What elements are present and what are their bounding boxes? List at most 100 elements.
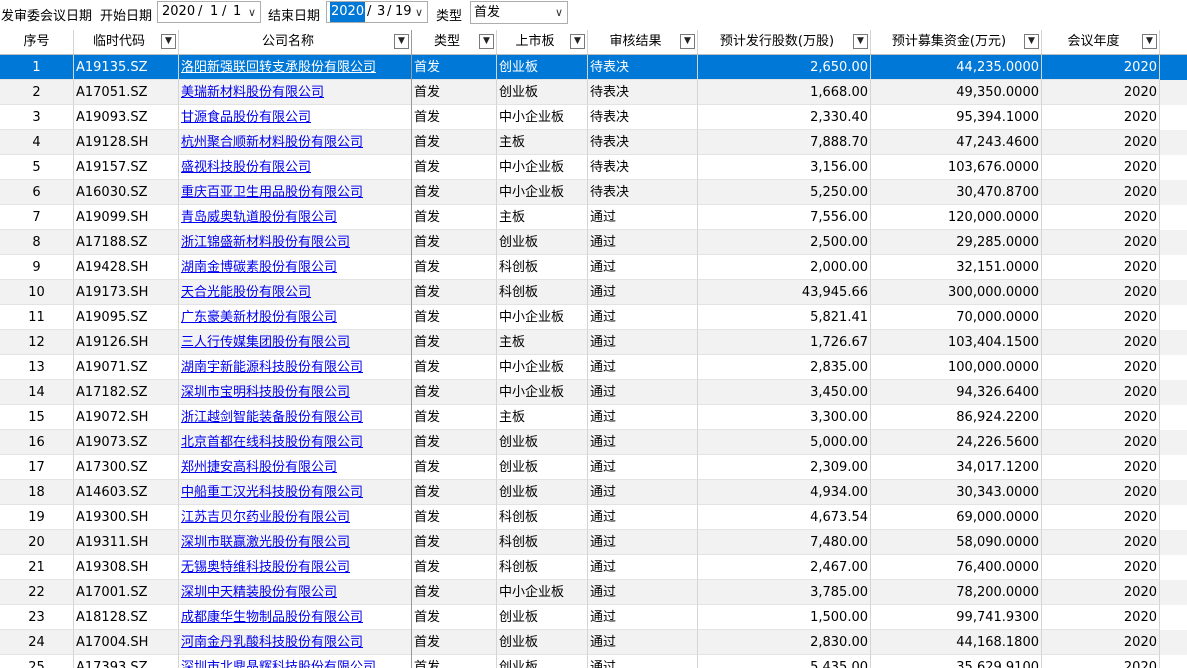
header-board[interactable]: 上市板 ▼ — [497, 30, 588, 54]
cell-board: 科创板 — [497, 530, 588, 555]
table-row[interactable]: 16 A19073.SZ 北京首都在线科技股份有限公司 首发 创业板 通过 5,000.00… — [0, 430, 1187, 455]
table-row[interactable]: 2 A17051.SZ 美瑞新材料股份有限公司 首发 创业板 待表决 1,668.00 49,… — [0, 80, 1187, 105]
end-year[interactable]: 2020 — [330, 2, 366, 22]
chevron-down-icon[interactable]: ∨ — [415, 3, 423, 22]
cell-shares: 2,500.00 — [698, 230, 871, 255]
cell-company-name[interactable]: 青岛威奥轨道股份有限公司 — [179, 205, 412, 230]
cell-company-name[interactable]: 盛视科技股份有限公司 — [179, 155, 412, 180]
table-row[interactable]: 22 A17001.SZ 深圳中天精装股份有限公司 首发 中小企业板 通过 3,785.00… — [0, 580, 1187, 605]
cell-company-name[interactable]: 江苏吉贝尔药业股份有限公司 — [179, 505, 412, 530]
header-funds[interactable]: 预计募集资金(万元) ▼ — [871, 30, 1042, 54]
start-year[interactable]: 2020 — [162, 2, 195, 22]
start-date-picker[interactable]: 2020 / 1 / 1 ∨ — [157, 1, 261, 23]
table-row[interactable]: 3 A19093.SZ 甘源食品股份有限公司 首发 中小企业板 待表决 2,330.40 95… — [0, 105, 1187, 130]
table-row[interactable]: 19 A19300.SH 江苏吉贝尔药业股份有限公司 首发 科创板 通过 4,673.54 6… — [0, 505, 1187, 530]
cell-board: 科创板 — [497, 280, 588, 305]
filter-dropdown-icon[interactable]: ▼ — [394, 34, 409, 49]
cell-company-name[interactable]: 成都康华生物制品股份有限公司 — [179, 605, 412, 630]
cell-company-name[interactable]: 深圳市宝明科技股份有限公司 — [179, 380, 412, 405]
end-month[interactable]: 3 — [377, 2, 385, 22]
table-row[interactable]: 8 A17188.SZ 浙江锦盛新材料股份有限公司 首发 创业板 通过 2,500.00 29… — [0, 230, 1187, 255]
cell-funds: 95,394.1000 — [871, 105, 1042, 130]
cell-company-name[interactable]: 天合光能股份有限公司 — [179, 280, 412, 305]
chevron-down-icon[interactable]: ∨ — [555, 2, 563, 23]
cell-shares: 1,668.00 — [698, 80, 871, 105]
table-row[interactable]: 13 A19071.SZ 湖南宇新能源科技股份有限公司 首发 中小企业板 通过 2,835.… — [0, 355, 1187, 380]
cell-index: 18 — [0, 480, 74, 505]
table-row[interactable]: 5 A19157.SZ 盛视科技股份有限公司 首发 中小企业板 待表决 3,156.00 10… — [0, 155, 1187, 180]
chevron-down-icon[interactable]: ∨ — [248, 3, 256, 22]
table-row[interactable]: 21 A19308.SH 无锡奥特维科技股份有限公司 首发 科创板 通过 2,467.00 7… — [0, 555, 1187, 580]
start-month[interactable]: 1 — [210, 2, 218, 22]
table-row[interactable]: 12 A19126.SH 三人行传媒集团股份有限公司 首发 主板 通过 1,726.67 10… — [0, 330, 1187, 355]
table-row[interactable]: 7 A19099.SH 青岛威奥轨道股份有限公司 首发 主板 通过 7,556.00 120,… — [0, 205, 1187, 230]
table-row[interactable]: 24 A17004.SH 河南金丹乳酸科技股份有限公司 首发 创业板 通过 2,830.00… — [0, 630, 1187, 655]
end-date-picker[interactable]: 2020 / 3 / 19 ∨ — [326, 1, 428, 23]
cell-funds: 86,924.2200 — [871, 405, 1042, 430]
filter-dropdown-icon[interactable]: ▼ — [161, 34, 176, 49]
cell-type: 首发 — [412, 205, 497, 230]
header-review-result[interactable]: 审核结果 ▼ — [588, 30, 698, 54]
filter-dropdown-icon[interactable]: ▼ — [479, 34, 494, 49]
filter-dropdown-icon[interactable]: ▼ — [1142, 34, 1157, 49]
start-day[interactable]: 1 — [233, 2, 241, 22]
cell-shares: 2,000.00 — [698, 255, 871, 280]
table-row[interactable]: 1 A19135.SZ 洛阳新强联回转支承股份有限公司 首发 创业板 待表决 2,650.0… — [0, 55, 1187, 80]
cell-company-name[interactable]: 广东豪美新材股份有限公司 — [179, 305, 412, 330]
table-row[interactable]: 17 A17300.SZ 郑州捷安高科股份有限公司 首发 创业板 通过 2,309.00 34… — [0, 455, 1187, 480]
cell-company-name[interactable]: 中船重工汉光科技股份有限公司 — [179, 480, 412, 505]
cell-funds: 58,090.0000 — [871, 530, 1042, 555]
cell-year: 2020 — [1042, 105, 1160, 130]
cell-company-name[interactable]: 河南金丹乳酸科技股份有限公司 — [179, 630, 412, 655]
cell-company-name[interactable]: 美瑞新材料股份有限公司 — [179, 80, 412, 105]
cell-review-result: 通过 — [588, 505, 698, 530]
cell-temp-code: A19095.SZ — [74, 305, 179, 330]
table-row[interactable]: 11 A19095.SZ 广东豪美新材股份有限公司 首发 中小企业板 通过 5,821.41… — [0, 305, 1187, 330]
cell-company-name[interactable]: 北京首都在线科技股份有限公司 — [179, 430, 412, 455]
cell-company-name[interactable]: 湖南宇新能源科技股份有限公司 — [179, 355, 412, 380]
end-day[interactable]: 19 — [395, 2, 412, 22]
table-row[interactable]: 15 A19072.SH 浙江越剑智能装备股份有限公司 首发 主板 通过 3,300.00 8… — [0, 405, 1187, 430]
cell-index: 11 — [0, 305, 74, 330]
header-year[interactable]: 会议年度 ▼ — [1042, 30, 1160, 54]
cell-company-name[interactable]: 无锡奥特维科技股份有限公司 — [179, 555, 412, 580]
table-row[interactable]: 25 A17393.SZ 深圳市北鼎晶辉科技股份有限公司 首发 创业板 通过 5,435.0… — [0, 655, 1187, 668]
cell-company-name[interactable]: 湖南金博碳素股份有限公司 — [179, 255, 412, 280]
header-temp-code[interactable]: 临时代码 ▼ — [74, 30, 179, 54]
header-type[interactable]: 类型 ▼ — [412, 30, 497, 54]
cell-company-name[interactable]: 深圳市联赢激光股份有限公司 — [179, 530, 412, 555]
cell-temp-code: A17188.SZ — [74, 230, 179, 255]
cell-company-name[interactable]: 重庆百亚卫生用品股份有限公司 — [179, 180, 412, 205]
filter-dropdown-icon[interactable]: ▼ — [570, 34, 585, 49]
header-company-name[interactable]: 公司名称 ▼ — [179, 30, 412, 54]
table-row[interactable]: 14 A17182.SZ 深圳市宝明科技股份有限公司 首发 中小企业板 通过 3,450.0… — [0, 380, 1187, 405]
cell-index: 15 — [0, 405, 74, 430]
cell-board: 创业板 — [497, 630, 588, 655]
cell-board: 中小企业板 — [497, 580, 588, 605]
table-row[interactable]: 10 A19173.SH 天合光能股份有限公司 首发 科创板 通过 43,945.66 300… — [0, 280, 1187, 305]
cell-review-result: 通过 — [588, 205, 698, 230]
cell-company-name[interactable]: 深圳市北鼎晶辉科技股份有限公司 — [179, 655, 412, 668]
cell-company-name[interactable]: 洛阳新强联回转支承股份有限公司 — [179, 55, 412, 80]
table-row[interactable]: 18 A14603.SZ 中船重工汉光科技股份有限公司 首发 创业板 通过 4,934.00… — [0, 480, 1187, 505]
filter-dropdown-icon[interactable]: ▼ — [1024, 34, 1039, 49]
filter-dropdown-icon[interactable]: ▼ — [853, 34, 868, 49]
table-row[interactable]: 4 A19128.SH 杭州聚合顺新材料股份有限公司 首发 主板 待表决 7,888.70 4… — [0, 130, 1187, 155]
table-row[interactable]: 6 A16030.SZ 重庆百亚卫生用品股份有限公司 首发 中小企业板 待表决 5,250.… — [0, 180, 1187, 205]
header-shares[interactable]: 预计发行股数(万股) ▼ — [698, 30, 871, 54]
type-select[interactable]: 首发 ∨ — [470, 1, 568, 24]
cell-company-name[interactable]: 郑州捷安高科股份有限公司 — [179, 455, 412, 480]
cell-company-name[interactable]: 甘源食品股份有限公司 — [179, 105, 412, 130]
table-row[interactable]: 20 A19311.SH 深圳市联赢激光股份有限公司 首发 科创板 通过 7,480.00 5… — [0, 530, 1187, 555]
table-row[interactable]: 9 A19428.SH 湖南金博碳素股份有限公司 首发 科创板 通过 2,000.00 32,… — [0, 255, 1187, 280]
cell-type: 首发 — [412, 330, 497, 355]
cell-company-name[interactable]: 深圳中天精装股份有限公司 — [179, 580, 412, 605]
header-index[interactable]: 序号 — [0, 30, 74, 54]
cell-company-name[interactable]: 杭州聚合顺新材料股份有限公司 — [179, 130, 412, 155]
cell-company-name[interactable]: 浙江锦盛新材料股份有限公司 — [179, 230, 412, 255]
cell-type: 首发 — [412, 480, 497, 505]
cell-company-name[interactable]: 三人行传媒集团股份有限公司 — [179, 330, 412, 355]
table-row[interactable]: 23 A18128.SZ 成都康华生物制品股份有限公司 首发 创业板 通过 1,500.00… — [0, 605, 1187, 630]
filter-dropdown-icon[interactable]: ▼ — [680, 34, 695, 49]
cell-company-name[interactable]: 浙江越剑智能装备股份有限公司 — [179, 405, 412, 430]
